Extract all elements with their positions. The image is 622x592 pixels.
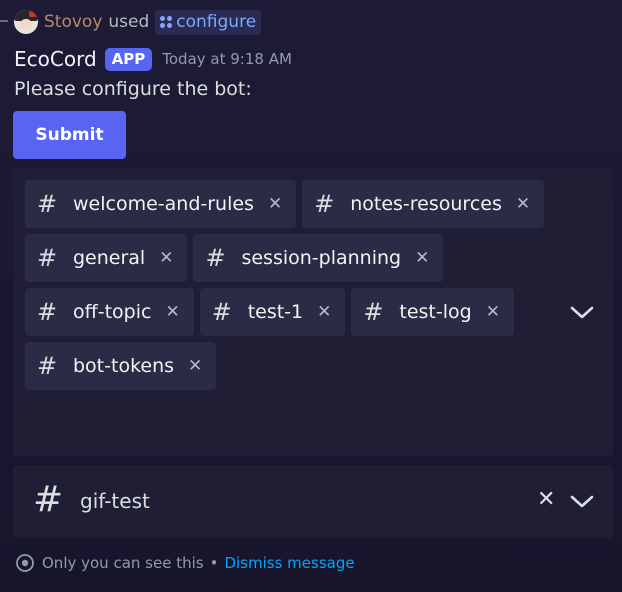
eye-icon	[14, 554, 36, 572]
channel-tag-label: session-planning	[241, 247, 402, 269]
channel-hash-icon: #	[211, 298, 232, 326]
reply-context: Stovoy used configure	[14, 9, 262, 35]
channel-hash-icon: #	[37, 190, 58, 218]
footer-separator: •	[209, 554, 219, 572]
selected-channel-tag[interactable]: # session-planning ✕	[193, 234, 444, 282]
remove-tag-icon[interactable]: ✕	[165, 302, 179, 322]
user-avatar[interactable]	[14, 10, 38, 34]
channel-hash-icon: #	[37, 298, 58, 326]
selected-channel-tag[interactable]: # test-log ✕	[351, 288, 514, 336]
channel-multi-select[interactable]: # welcome-and-rules ✕ # notes-resources ✕ # gen…	[13, 168, 613, 456]
channel-tag-label: test-log	[399, 301, 472, 323]
selected-channel-tag[interactable]: # general ✕	[25, 234, 188, 282]
remove-tag-icon[interactable]: ✕	[188, 356, 202, 376]
submit-button[interactable]: Submit	[13, 111, 126, 159]
channel-tag-label: test-1	[247, 301, 304, 323]
remove-tag-icon[interactable]: ✕	[268, 194, 282, 214]
reply-connector	[0, 20, 8, 22]
message-timestamp: Today at 9:18 AM	[162, 50, 292, 68]
channel-hash-icon: #	[205, 244, 226, 272]
message-header: EcoCord APP Today at 9:18 AM	[14, 44, 292, 74]
channel-hash-icon: #	[37, 244, 58, 272]
remove-tag-icon[interactable]: ✕	[159, 248, 173, 268]
selected-channel-tag[interactable]: # off-topic ✕	[25, 288, 194, 336]
command-chip[interactable]: configure	[155, 9, 262, 35]
command-name: configure	[176, 12, 257, 32]
slash-command-icon	[160, 16, 173, 28]
remove-tag-icon[interactable]: ✕	[516, 194, 530, 214]
remove-tag-icon[interactable]: ✕	[486, 302, 500, 322]
bot-name[interactable]: EcoCord	[14, 47, 97, 71]
selected-channel-tag[interactable]: # notes-resources ✕	[302, 180, 545, 228]
channel-hash-icon: #	[363, 298, 384, 326]
channel-tag-label: notes-resources	[350, 193, 502, 215]
remove-tag-icon[interactable]: ✕	[317, 302, 331, 322]
selected-channel-tag[interactable]: # bot-tokens ✕	[25, 342, 217, 390]
selected-channels: # welcome-and-rules ✕ # notes-resources ✕ # gen…	[25, 180, 565, 390]
clear-icon[interactable]: ✕	[537, 487, 555, 512]
selected-channel-value: gif-test	[80, 489, 150, 513]
reply-used-text: used	[108, 12, 150, 32]
dismiss-message-link[interactable]: Dismiss message	[224, 554, 354, 572]
visibility-notice: Only you can see this	[42, 554, 204, 572]
channel-tag-label: general	[73, 247, 146, 269]
channel-tag-label: bot-tokens	[73, 355, 175, 377]
selected-channel-tag[interactable]: # welcome-and-rules ✕	[25, 180, 297, 228]
ephemeral-footer: Only you can see this • Dismiss message	[14, 552, 355, 574]
selected-channel-tag[interactable]: # test-1 ✕	[199, 288, 346, 336]
message-content: Please configure the bot:	[14, 78, 252, 100]
channel-hash-icon: #	[37, 352, 58, 380]
chevron-down-icon[interactable]	[569, 494, 595, 510]
channel-tag-label: welcome-and-rules	[73, 193, 254, 215]
remove-tag-icon[interactable]: ✕	[415, 248, 429, 268]
app-badge: APP	[104, 47, 153, 71]
channel-single-select[interactable]: # gif-test ✕	[13, 465, 613, 538]
channel-hash-icon: #	[33, 479, 64, 520]
reply-username[interactable]: Stovoy	[44, 12, 102, 32]
channel-hash-icon: #	[314, 190, 335, 218]
chevron-down-icon[interactable]	[569, 305, 595, 321]
channel-tag-label: off-topic	[73, 301, 152, 323]
